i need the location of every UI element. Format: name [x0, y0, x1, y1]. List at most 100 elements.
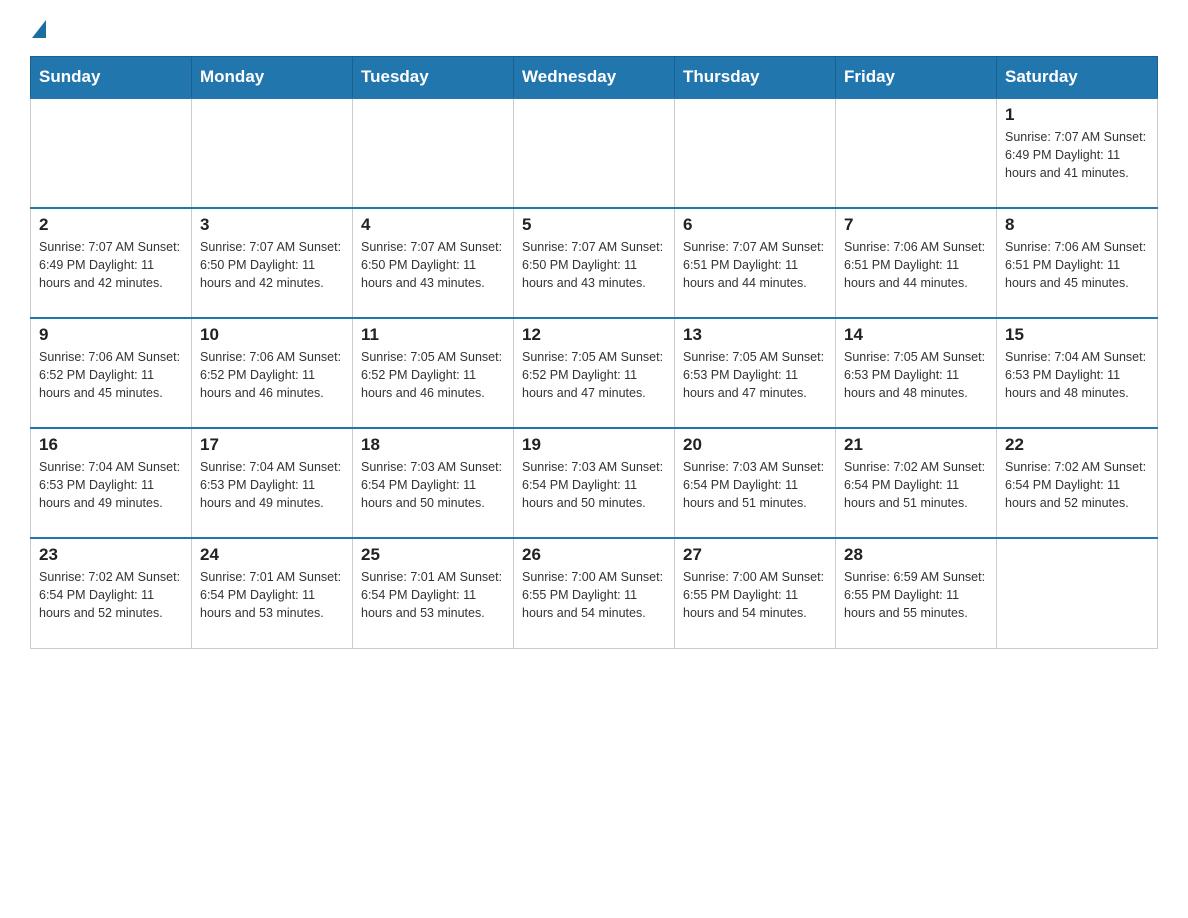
- day-number: 24: [200, 545, 344, 565]
- calendar-week-4: 16 Sunrise: 7:04 AM Sunset: 6:53 PM Dayli…: [31, 428, 1158, 538]
- day-info: Sunrise: 7:02 AM Sunset: 6:54 PM Dayligh…: [844, 458, 988, 512]
- calendar-cell: 21 Sunrise: 7:02 AM Sunset: 6:54 PM Dayli…: [836, 428, 997, 538]
- calendar-cell: 27 Sunrise: 7:00 AM Sunset: 6:55 PM Dayli…: [675, 538, 836, 648]
- logo-arrow-icon: [32, 20, 46, 38]
- weekday-header-friday: Friday: [836, 57, 997, 99]
- day-number: 12: [522, 325, 666, 345]
- day-info: Sunrise: 7:06 AM Sunset: 6:52 PM Dayligh…: [39, 348, 183, 402]
- day-info: Sunrise: 7:05 AM Sunset: 6:53 PM Dayligh…: [844, 348, 988, 402]
- calendar-cell: [675, 98, 836, 208]
- day-number: 26: [522, 545, 666, 565]
- calendar-week-2: 2 Sunrise: 7:07 AM Sunset: 6:49 PM Daylig…: [31, 208, 1158, 318]
- day-info: Sunrise: 7:07 AM Sunset: 6:50 PM Dayligh…: [361, 238, 505, 292]
- page-header: [30, 20, 1158, 38]
- calendar-cell: 17 Sunrise: 7:04 AM Sunset: 6:53 PM Dayli…: [192, 428, 353, 538]
- day-info: Sunrise: 7:07 AM Sunset: 6:50 PM Dayligh…: [200, 238, 344, 292]
- weekday-header-tuesday: Tuesday: [353, 57, 514, 99]
- calendar-cell: 11 Sunrise: 7:05 AM Sunset: 6:52 PM Dayli…: [353, 318, 514, 428]
- day-number: 17: [200, 435, 344, 455]
- day-number: 14: [844, 325, 988, 345]
- calendar-cell: 6Sunrise: 7:07 AM Sunset: 6:51 PM Daylig…: [675, 208, 836, 318]
- day-info: Sunrise: 7:02 AM Sunset: 6:54 PM Dayligh…: [39, 568, 183, 622]
- day-number: 7: [844, 215, 988, 235]
- day-number: 20: [683, 435, 827, 455]
- day-number: 9: [39, 325, 183, 345]
- day-number: 8: [1005, 215, 1149, 235]
- calendar-cell: [353, 98, 514, 208]
- calendar-cell: 5 Sunrise: 7:07 AM Sunset: 6:50 PM Daylig…: [514, 208, 675, 318]
- day-info: Sunrise: 7:00 AM Sunset: 6:55 PM Dayligh…: [683, 568, 827, 622]
- calendar-week-1: 1 Sunrise: 7:07 AM Sunset: 6:49 PM Daylig…: [31, 98, 1158, 208]
- day-info: Sunrise: 7:07 AM Sunset: 6:50 PM Dayligh…: [522, 238, 666, 292]
- calendar-cell: 4 Sunrise: 7:07 AM Sunset: 6:50 PM Daylig…: [353, 208, 514, 318]
- day-info: Sunrise: 7:05 AM Sunset: 6:53 PM Dayligh…: [683, 348, 827, 402]
- calendar-cell: 26Sunrise: 7:00 AM Sunset: 6:55 PM Dayli…: [514, 538, 675, 648]
- calendar-cell: 9 Sunrise: 7:06 AM Sunset: 6:52 PM Daylig…: [31, 318, 192, 428]
- day-number: 3: [200, 215, 344, 235]
- day-info: Sunrise: 7:03 AM Sunset: 6:54 PM Dayligh…: [361, 458, 505, 512]
- day-info: Sunrise: 7:06 AM Sunset: 6:51 PM Dayligh…: [1005, 238, 1149, 292]
- day-number: 22: [1005, 435, 1149, 455]
- calendar-cell: 14 Sunrise: 7:05 AM Sunset: 6:53 PM Dayli…: [836, 318, 997, 428]
- day-number: 28: [844, 545, 988, 565]
- calendar-cell: 18 Sunrise: 7:03 AM Sunset: 6:54 PM Dayli…: [353, 428, 514, 538]
- calendar-cell: [31, 98, 192, 208]
- day-info: Sunrise: 7:04 AM Sunset: 6:53 PM Dayligh…: [200, 458, 344, 512]
- calendar-cell: [514, 98, 675, 208]
- day-number: 6: [683, 215, 827, 235]
- day-info: Sunrise: 7:07 AM Sunset: 6:49 PM Dayligh…: [1005, 128, 1149, 182]
- day-number: 4: [361, 215, 505, 235]
- day-info: Sunrise: 7:06 AM Sunset: 6:51 PM Dayligh…: [844, 238, 988, 292]
- day-info: Sunrise: 7:07 AM Sunset: 6:49 PM Dayligh…: [39, 238, 183, 292]
- day-info: Sunrise: 7:03 AM Sunset: 6:54 PM Dayligh…: [683, 458, 827, 512]
- day-number: 13: [683, 325, 827, 345]
- day-number: 23: [39, 545, 183, 565]
- day-info: Sunrise: 7:05 AM Sunset: 6:52 PM Dayligh…: [522, 348, 666, 402]
- day-number: 5: [522, 215, 666, 235]
- calendar-cell: 8 Sunrise: 7:06 AM Sunset: 6:51 PM Daylig…: [997, 208, 1158, 318]
- calendar-cell: 10Sunrise: 7:06 AM Sunset: 6:52 PM Dayli…: [192, 318, 353, 428]
- calendar-cell: 19 Sunrise: 7:03 AM Sunset: 6:54 PM Dayli…: [514, 428, 675, 538]
- calendar-cell: 16 Sunrise: 7:04 AM Sunset: 6:53 PM Dayli…: [31, 428, 192, 538]
- day-info: Sunrise: 7:06 AM Sunset: 6:52 PM Dayligh…: [200, 348, 344, 402]
- day-number: 16: [39, 435, 183, 455]
- calendar-cell: 7 Sunrise: 7:06 AM Sunset: 6:51 PM Daylig…: [836, 208, 997, 318]
- day-info: Sunrise: 7:04 AM Sunset: 6:53 PM Dayligh…: [39, 458, 183, 512]
- calendar-cell: 3 Sunrise: 7:07 AM Sunset: 6:50 PM Daylig…: [192, 208, 353, 318]
- calendar-cell: 15 Sunrise: 7:04 AM Sunset: 6:53 PM Dayli…: [997, 318, 1158, 428]
- day-info: Sunrise: 6:59 AM Sunset: 6:55 PM Dayligh…: [844, 568, 988, 622]
- calendar-cell: 1 Sunrise: 7:07 AM Sunset: 6:49 PM Daylig…: [997, 98, 1158, 208]
- calendar-cell: 12 Sunrise: 7:05 AM Sunset: 6:52 PM Dayli…: [514, 318, 675, 428]
- day-number: 21: [844, 435, 988, 455]
- calendar-cell: [997, 538, 1158, 648]
- day-number: 2: [39, 215, 183, 235]
- day-info: Sunrise: 7:01 AM Sunset: 6:54 PM Dayligh…: [361, 568, 505, 622]
- day-info: Sunrise: 7:03 AM Sunset: 6:54 PM Dayligh…: [522, 458, 666, 512]
- calendar-table: SundayMondayTuesdayWednesdayThursdayFrid…: [30, 56, 1158, 649]
- calendar-cell: 25 Sunrise: 7:01 AM Sunset: 6:54 PM Dayli…: [353, 538, 514, 648]
- weekday-header-thursday: Thursday: [675, 57, 836, 99]
- calendar-week-3: 9 Sunrise: 7:06 AM Sunset: 6:52 PM Daylig…: [31, 318, 1158, 428]
- calendar-cell: 2 Sunrise: 7:07 AM Sunset: 6:49 PM Daylig…: [31, 208, 192, 318]
- day-info: Sunrise: 7:02 AM Sunset: 6:54 PM Dayligh…: [1005, 458, 1149, 512]
- calendar-cell: 24Sunrise: 7:01 AM Sunset: 6:54 PM Dayli…: [192, 538, 353, 648]
- calendar-cell: [836, 98, 997, 208]
- day-number: 25: [361, 545, 505, 565]
- day-info: Sunrise: 7:05 AM Sunset: 6:52 PM Dayligh…: [361, 348, 505, 402]
- day-number: 19: [522, 435, 666, 455]
- weekday-header-monday: Monday: [192, 57, 353, 99]
- day-number: 1: [1005, 105, 1149, 125]
- calendar-cell: [192, 98, 353, 208]
- weekday-header-sunday: Sunday: [31, 57, 192, 99]
- calendar-week-5: 23 Sunrise: 7:02 AM Sunset: 6:54 PM Dayli…: [31, 538, 1158, 648]
- calendar-cell: 20 Sunrise: 7:03 AM Sunset: 6:54 PM Dayli…: [675, 428, 836, 538]
- day-number: 27: [683, 545, 827, 565]
- calendar-cell: 13 Sunrise: 7:05 AM Sunset: 6:53 PM Dayli…: [675, 318, 836, 428]
- day-number: 11: [361, 325, 505, 345]
- calendar-cell: 23 Sunrise: 7:02 AM Sunset: 6:54 PM Dayli…: [31, 538, 192, 648]
- day-info: Sunrise: 7:04 AM Sunset: 6:53 PM Dayligh…: [1005, 348, 1149, 402]
- weekday-header-saturday: Saturday: [997, 57, 1158, 99]
- calendar-cell: 28 Sunrise: 6:59 AM Sunset: 6:55 PM Dayli…: [836, 538, 997, 648]
- day-number: 15: [1005, 325, 1149, 345]
- day-number: 18: [361, 435, 505, 455]
